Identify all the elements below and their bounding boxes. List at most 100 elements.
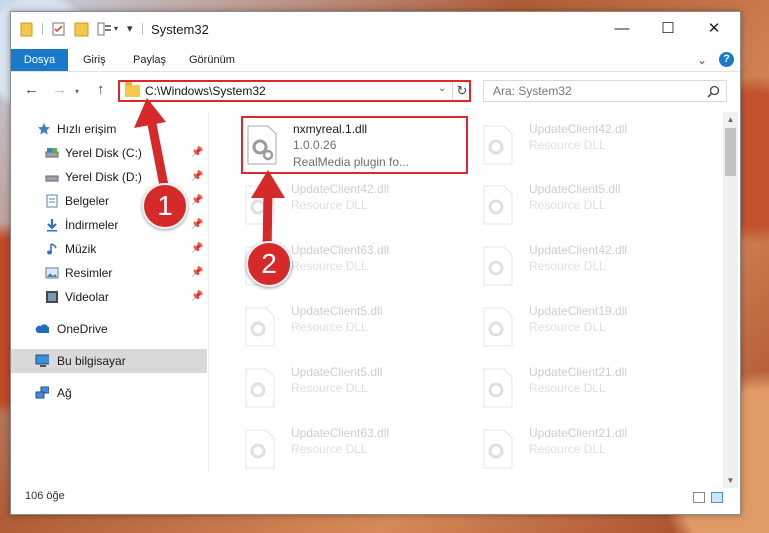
dll-file-icon <box>245 368 275 408</box>
maximize-button[interactable]: ☐ <box>645 12 691 45</box>
file-item[interactable]: UpdateClient5.dll Resource DLL <box>241 361 466 419</box>
customize-toolbar-icon[interactable] <box>97 21 113 37</box>
file-version: 1.0.0.26 <box>293 138 337 152</box>
up-arrow-icon[interactable]: ↑ <box>97 81 105 98</box>
sidebar-item-this-pc[interactable]: Bu bilgisayar <box>11 349 207 373</box>
file-type: Resource DLL <box>529 259 606 273</box>
window-title: System32 <box>151 22 209 37</box>
pin-icon[interactable]: 📌 <box>191 237 203 261</box>
file-type: Resource DLL <box>291 198 368 212</box>
pin-icon[interactable]: 📌 <box>191 141 203 165</box>
file-item[interactable]: UpdateClient21.dll Resource DLL <box>479 361 704 419</box>
sidebar-item-label: Bu bilgisayar <box>57 354 126 368</box>
file-type: Resource DLL <box>529 198 606 212</box>
ribbon-tabs: Dosya Giriş Paylaş Görünüm ⌄ ? <box>11 49 740 71</box>
dll-file-icon <box>483 307 513 347</box>
file-item[interactable]: UpdateClient63.dll Resource DLL <box>241 422 466 472</box>
scroll-thumb[interactable] <box>725 128 736 176</box>
scroll-down-icon[interactable]: ▼ <box>723 473 738 488</box>
help-icon[interactable]: ? <box>719 52 734 67</box>
back-arrow-icon[interactable]: ← <box>24 81 39 98</box>
close-button[interactable]: ✕ <box>691 12 737 45</box>
file-name: nxmyreal.1.dll <box>293 122 368 136</box>
pane-divider <box>208 112 209 472</box>
chevron-down-icon[interactable]: ▾ <box>114 24 118 40</box>
file-name: UpdateClient42.dll <box>529 122 628 136</box>
dll-file-icon <box>483 429 513 469</box>
videos-icon <box>46 291 58 303</box>
sidebar-item-label: Belgeler <box>65 194 110 208</box>
title-bar: ▾ ▾ System32 — ☐ ✕ <box>11 12 740 45</box>
pin-icon[interactable]: 📌 <box>191 285 203 309</box>
documents-icon <box>46 194 58 208</box>
file-item[interactable]: UpdateClient21.dll Resource DLL <box>479 422 704 472</box>
minimize-button[interactable]: — <box>599 12 645 45</box>
music-icon <box>47 243 57 255</box>
dll-file-icon <box>483 125 513 165</box>
quick-access-dropdown-icon[interactable]: ▾ <box>127 22 133 38</box>
folder-icon <box>20 22 33 37</box>
pin-icon[interactable]: 📌 <box>191 213 203 237</box>
file-type: Resource DLL <box>529 442 606 456</box>
tab-file[interactable]: Dosya <box>11 49 68 71</box>
file-item-nxmyreal[interactable]: nxmyreal.1.dll 1.0.0.26 RealMedia plugin… <box>241 116 468 174</box>
forward-arrow-icon[interactable]: → <box>52 81 67 98</box>
sidebar-item-pictures[interactable]: Resimler 📌 <box>11 261 207 285</box>
file-type: Resource DLL <box>529 138 606 152</box>
file-type: Resource DLL <box>291 381 368 395</box>
search-icon[interactable] <box>707 85 720 98</box>
tab-home[interactable]: Giriş <box>83 49 106 71</box>
scroll-up-icon[interactable]: ▲ <box>723 112 738 127</box>
tab-share[interactable]: Paylaş <box>133 49 166 71</box>
drive-icon <box>45 175 59 182</box>
toolbar-divider <box>42 23 43 35</box>
file-list: nxmyreal.1.dll 1.0.0.26 RealMedia plugin… <box>221 112 721 472</box>
step-badge-1: 1 <box>142 183 188 229</box>
sidebar-item-network[interactable]: Ağ <box>11 381 207 405</box>
refresh-icon[interactable]: ↻ <box>452 82 471 100</box>
status-item-count: 106 öğe <box>25 490 65 502</box>
properties-icon[interactable] <box>51 21 67 37</box>
downloads-icon <box>47 219 57 232</box>
file-description: RealMedia plugin fo... <box>293 155 410 169</box>
tab-view[interactable]: Görünüm <box>189 49 235 71</box>
sidebar-item-videos[interactable]: Videolar 📌 <box>11 285 207 309</box>
file-name: UpdateClient42.dll <box>291 182 390 196</box>
computer-icon <box>35 354 49 367</box>
pin-icon[interactable]: 📌 <box>191 261 203 285</box>
sidebar-item-label: Ağ <box>57 386 72 400</box>
file-item[interactable]: UpdateClient42.dll Resource DLL <box>479 118 704 176</box>
expand-ribbon-icon[interactable]: ⌄ <box>697 53 707 67</box>
dll-file-icon <box>245 429 275 469</box>
file-item[interactable]: UpdateClient5.dll Resource DLL <box>241 300 466 358</box>
recent-locations-icon[interactable]: ▾ <box>75 87 79 96</box>
file-explorer-window: ▾ ▾ System32 — ☐ ✕ Dosya Giriş Paylaş Gö… <box>10 11 741 515</box>
sidebar-item-label: OneDrive <box>57 322 108 336</box>
file-name: UpdateClient19.dll <box>529 304 628 318</box>
file-item[interactable]: UpdateClient42.dll Resource DLL <box>479 239 704 297</box>
sidebar-item-label: Resimler <box>65 266 113 280</box>
pin-icon[interactable]: 📌 <box>191 189 203 213</box>
file-type: Resource DLL <box>291 320 368 334</box>
dll-file-icon <box>247 125 277 165</box>
sidebar-item-label: Videolar <box>65 290 109 304</box>
address-dropdown-icon[interactable]: ⌄ <box>438 83 446 94</box>
vertical-scrollbar[interactable]: ▲ ▼ <box>723 112 738 488</box>
search-box[interactable]: Ara: System32 <box>483 80 727 102</box>
file-item[interactable]: UpdateClient5.dll Resource DLL <box>479 178 704 236</box>
new-folder-icon[interactable] <box>74 21 90 37</box>
cloud-icon <box>35 324 49 333</box>
file-name: UpdateClient5.dll <box>529 182 621 196</box>
sidebar-item-music[interactable]: Müzik 📌 <box>11 237 207 261</box>
pin-icon[interactable]: 📌 <box>191 165 203 189</box>
large-icons-view-icon[interactable] <box>711 492 723 503</box>
drive-icon <box>45 148 59 158</box>
dll-file-icon <box>483 368 513 408</box>
file-item[interactable]: UpdateClient19.dll Resource DLL <box>479 300 704 358</box>
sidebar-item-onedrive[interactable]: OneDrive <box>11 317 207 341</box>
file-name: UpdateClient21.dll <box>529 426 628 440</box>
dll-file-icon <box>483 246 513 286</box>
details-view-icon[interactable] <box>693 492 705 503</box>
search-input[interactable]: Ara: System32 <box>493 84 572 98</box>
sidebar-item-label: İndirmeler <box>65 218 119 232</box>
